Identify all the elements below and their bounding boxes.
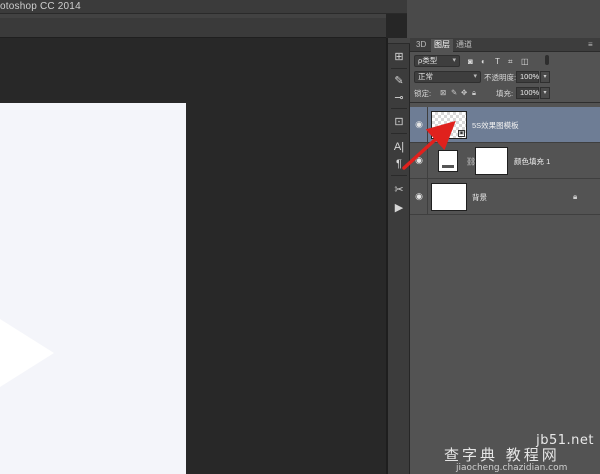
lock-position-icon[interactable]: ✥ [461, 88, 467, 97]
lock-all-icon[interactable]: 🔒︎ [472, 88, 476, 98]
filter-type-select[interactable]: ρ类型 ▾ [414, 55, 460, 67]
tab-layers[interactable]: 图层 [431, 39, 453, 52]
brush-tool-icon[interactable]: ✎ [390, 71, 408, 89]
smart-object-badge-icon: ▣ [458, 130, 465, 137]
lock-transparent-icon[interactable]: ⊠ [440, 88, 446, 97]
eye-icon[interactable]: ◉ [414, 191, 424, 201]
filter-row: ρ类型 ▾ ◙ ◐ T ⌗ ◫ [410, 53, 600, 69]
tab-channels[interactable]: 通道 [456, 40, 472, 50]
layer-thumbnail [431, 183, 467, 211]
character-icon[interactable]: A| [390, 138, 408, 156]
filter-toggle-icon[interactable] [545, 55, 549, 65]
fill-type-thumbnail [438, 150, 458, 172]
tools-icon[interactable]: ✂ [390, 180, 408, 198]
paragraph-icon[interactable]: ¶ [390, 155, 408, 173]
eye-icon[interactable]: ◉ [414, 119, 424, 129]
panel-tab-bar: 3D 图层 通道 ≡ [410, 38, 600, 52]
chevron-down-icon: ▾ [452, 57, 456, 64]
blend-mode-select[interactable]: 正常 ▾ [414, 71, 481, 83]
layer-name[interactable]: 5S效果图模板 [472, 121, 519, 130]
layer-row-smart-object[interactable]: ◉ ▣ 5S效果图模板 [410, 107, 600, 143]
layer-row-fill[interactable]: ◉ ⛓︎ 颜色填充 1 [410, 143, 600, 179]
shape-filter-icon[interactable]: ⌗ [508, 57, 513, 66]
layers-panel: 3D 图层 通道 ≡ ρ类型 ▾ ◙ ◐ T ⌗ ◫ 正常 ▾ 不透明度: 10… [410, 38, 600, 474]
photoshop-window: otoshop CC 2014 ⊞ ✎ ⊸ ⊡ A| ¶ ✂ ▶ 3D 图层 通… [0, 0, 600, 474]
title-bar-right-area [407, 0, 600, 38]
play-icon[interactable]: ▶ [390, 198, 408, 216]
app-title: otoshop CC 2014 [0, 1, 81, 12]
brush-preset-icon[interactable]: ⊞ [390, 47, 408, 65]
lock-icon: 🔒︎ [573, 192, 578, 201]
canvas-white-shape [0, 319, 54, 387]
tab-3d[interactable]: 3D [416, 40, 426, 50]
lock-paint-icon[interactable]: ✎ [451, 88, 457, 97]
adjustment-filter-icon[interactable]: ◐ [481, 57, 486, 66]
document-tab-strip [0, 14, 386, 18]
chevron-down-icon: ▾ [473, 73, 477, 80]
layer-name[interactable]: 颜色填充 1 [514, 157, 550, 166]
canvas-area[interactable] [0, 38, 386, 474]
opacity-field[interactable]: 100% [516, 71, 539, 83]
watermark: jb51.net 查字典 教程网 jiaocheng.chazidian.com [440, 432, 600, 474]
opacity-slider-toggle[interactable]: ▾ [540, 71, 550, 83]
fill-field[interactable]: 100% [516, 87, 539, 99]
lock-row: 锁定: ⊠ ✎ ✥ 🔒︎ 填充: 100% ▾ [410, 85, 600, 101]
layer-row-background[interactable]: ◉ 背景 🔒︎ [410, 179, 600, 215]
panel-menu-icon[interactable]: ≡ [588, 40, 593, 49]
document-canvas[interactable] [0, 103, 186, 474]
layer-name[interactable]: 背景 [472, 193, 487, 202]
filter-type-label: ρ类型 [418, 56, 438, 65]
dock-divider [391, 108, 407, 109]
fill-icon-bar [442, 165, 454, 168]
type-filter-icon[interactable]: T [495, 57, 500, 66]
clone-source-icon[interactable]: ⊡ [390, 112, 408, 130]
layers-list: ◉ ▣ 5S效果图模板 ◉ ⛓︎ 颜色填充 1 ◉ 背景 🔒︎ [410, 102, 600, 474]
collapsed-panel-dock: ⊞ ✎ ⊸ ⊡ A| ¶ ✂ ▶ [388, 38, 410, 474]
watermark-url: jiaocheng.chazidian.com [456, 463, 568, 473]
fill-slider-toggle[interactable]: ▾ [540, 87, 550, 99]
dock-divider [391, 133, 407, 134]
dock-grip[interactable] [388, 38, 410, 44]
document-tab-bar [0, 14, 386, 38]
watermark-brand: 查字典 教程网 [444, 446, 560, 464]
layer-mask-thumbnail [475, 147, 508, 175]
opacity-label: 不透明度: [484, 73, 517, 82]
eye-icon[interactable]: ◉ [414, 155, 424, 165]
pixel-filter-icon[interactable]: ◙ [468, 57, 473, 66]
adjust-icon[interactable]: ⊸ [390, 88, 408, 106]
layer-thumbnail: ▣ [431, 111, 467, 139]
smart-object-filter-icon[interactable]: ◫ [521, 57, 529, 66]
blend-row: 正常 ▾ 不透明度: 100% ▾ [410, 69, 600, 85]
dock-divider [391, 175, 407, 176]
blend-mode-label: 正常 [418, 72, 433, 81]
dock-divider [391, 68, 407, 69]
lock-label: 锁定: [414, 89, 432, 98]
fill-label: 填充: [496, 89, 514, 98]
